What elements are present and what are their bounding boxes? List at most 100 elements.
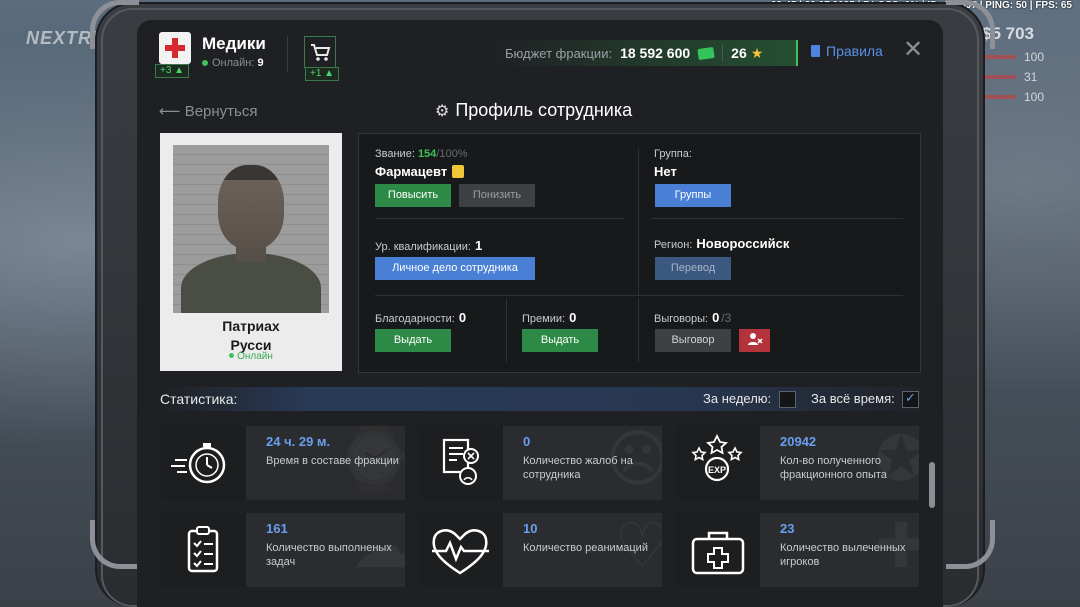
rules-link[interactable]: Правила [811,43,883,59]
employee-card: Патриах Русси Онлайн [160,133,342,371]
all-time-checkbox[interactable] [902,390,919,408]
rank-icon [452,165,465,178]
faction-budget: Бюджет фракции: 18 592 600 26 ★ [493,40,798,66]
online-label: Онлайн: [212,57,255,69]
stat-value: 23 [780,521,795,536]
rules-label: Правила [826,43,883,59]
stat-icon-box: EXP [675,426,760,500]
gear-icon: ⚙ [435,103,450,120]
demote-button[interactable]: Понизить [459,184,535,207]
document-icon [811,45,820,57]
tablet-screen: +3 ▲ Медики Онлайн: 9 +1 ▲ Бюджет фракци… [137,20,943,607]
statistics-label: Статистика: [160,391,238,407]
promote-button[interactable]: Повысить [375,184,451,207]
first-aid-kit-icon [691,531,745,575]
faction-online: Онлайн: 9 [202,57,264,69]
shop-cart-button[interactable] [304,36,336,68]
give-bonus-button[interactable]: Выдать [522,329,598,352]
reprimand-max: /3 [721,311,732,325]
rank-name: Фармацевт [375,164,465,179]
header-divider [287,36,288,72]
statistics-bar: Статистика: За неделю: За всё время: [160,387,920,411]
rank-label: Звание: 154/100% [375,148,468,160]
divider [651,218,903,219]
divider [638,234,639,296]
week-checkbox[interactable] [779,391,796,408]
employee-first-name: Патриах [222,318,280,334]
stat-description: Количество выполненых задач [266,542,392,568]
close-button[interactable]: ✕ [903,38,923,62]
complaint-document-icon [442,438,479,485]
rank-max: /100% [436,148,468,160]
stat-icon-box [161,426,246,500]
photo-head [218,165,284,249]
week-filter-label: За неделю: [703,391,772,406]
hud-bar [982,75,1016,79]
stat-description: Количество реанимаций [523,542,648,554]
stat-card-complaints: ☹ 0 Количество жалоб на сотрудника [418,426,662,500]
cash-icon [697,46,715,60]
divider [506,298,507,362]
scrollbar-thumb[interactable] [929,462,935,508]
stat-value: 0 [523,434,531,449]
hud-value: 100 [1024,50,1045,64]
hud-row-2: 31 [982,70,1080,84]
thanks-value: 0 [458,310,467,325]
close-icon: ✕ [903,36,924,63]
profile-panel: Звание: 154/100% Фармацевт Повысить Пони… [358,133,921,373]
svg-text:EXP: EXP [708,465,726,475]
region-label-text: Регион: [654,239,693,251]
stat-value: 24 ч. 29 м. [266,434,331,449]
divider [375,295,903,296]
remove-reprimand-button[interactable] [739,329,770,352]
cart-badge: +1 ▲ [305,67,340,81]
cart-icon [311,44,331,61]
stat-description: Кол-во полученного фракционного опыта [780,455,887,481]
checklist-icon [187,526,219,573]
all-time-filter-label: За всё время: [811,391,895,406]
stat-description: Время в составе фракции [266,455,399,467]
stat-card-healed: ✚ 23 Количество вылеченных игроков [675,513,919,587]
group-label: Группа: [654,148,692,160]
photo-body [181,253,321,313]
arrow-left-icon: ⟵ [159,103,181,120]
online-dot-icon [202,60,208,66]
page-title-text: Профиль сотрудника [455,100,633,120]
bonus-label: Премии: 0 [522,310,576,325]
stat-card-reanimations: ♡ 10 Количество реанимаций [418,513,662,587]
transfer-button[interactable]: Перевод [655,257,731,280]
employee-status: Онлайн [160,351,342,362]
faction-badge-value: +3 [160,65,172,76]
stat-value: 10 [523,521,538,536]
back-label: Вернуться [184,103,258,120]
groups-button[interactable]: Группы [655,184,731,207]
budget-divider [722,44,724,62]
thanks-label-text: Благодарности: [375,313,455,325]
divider [638,298,639,362]
hud-bar [982,55,1016,59]
hud-row-3: 100 [982,90,1080,104]
reprimand-label-text: Выговоры: [654,313,709,325]
reprimand-button[interactable]: Выговор [655,329,731,352]
back-button[interactable]: ⟵ Вернуться [159,102,257,120]
divider [375,218,625,219]
qualification-label-text: Ур. квалификации: [375,241,471,253]
header: +3 ▲ Медики Онлайн: 9 +1 ▲ Бюджет фракци… [137,20,943,90]
stat-card-experience: EXP ✪ 20942 Кол-во полученного фракционн… [675,426,919,500]
employee-photo [173,145,329,313]
divider [638,148,639,234]
stopwatch-icon [171,443,226,484]
thanks-label: Благодарности: 0 [375,310,466,325]
hud-row-1: 100 [982,50,1080,64]
stat-card-tasks: ☁ 161 Количество выполненых задач [161,513,405,587]
budget-label: Бюджет фракции: [505,45,613,61]
cart-badge-value: +1 [310,68,322,79]
dossier-button[interactable]: Личное дело сотрудника [375,257,535,280]
employee-name: Патриах Русси [160,317,342,355]
give-thanks-button[interactable]: Выдать [375,329,451,352]
rank-label-text: Звание: [375,148,415,160]
qualification-label: Ур. квалификации: 1 [375,238,482,253]
region-value: Новороссийск [696,236,790,251]
faction-name: Медики [202,34,266,53]
stat-value: 20942 [780,434,817,449]
